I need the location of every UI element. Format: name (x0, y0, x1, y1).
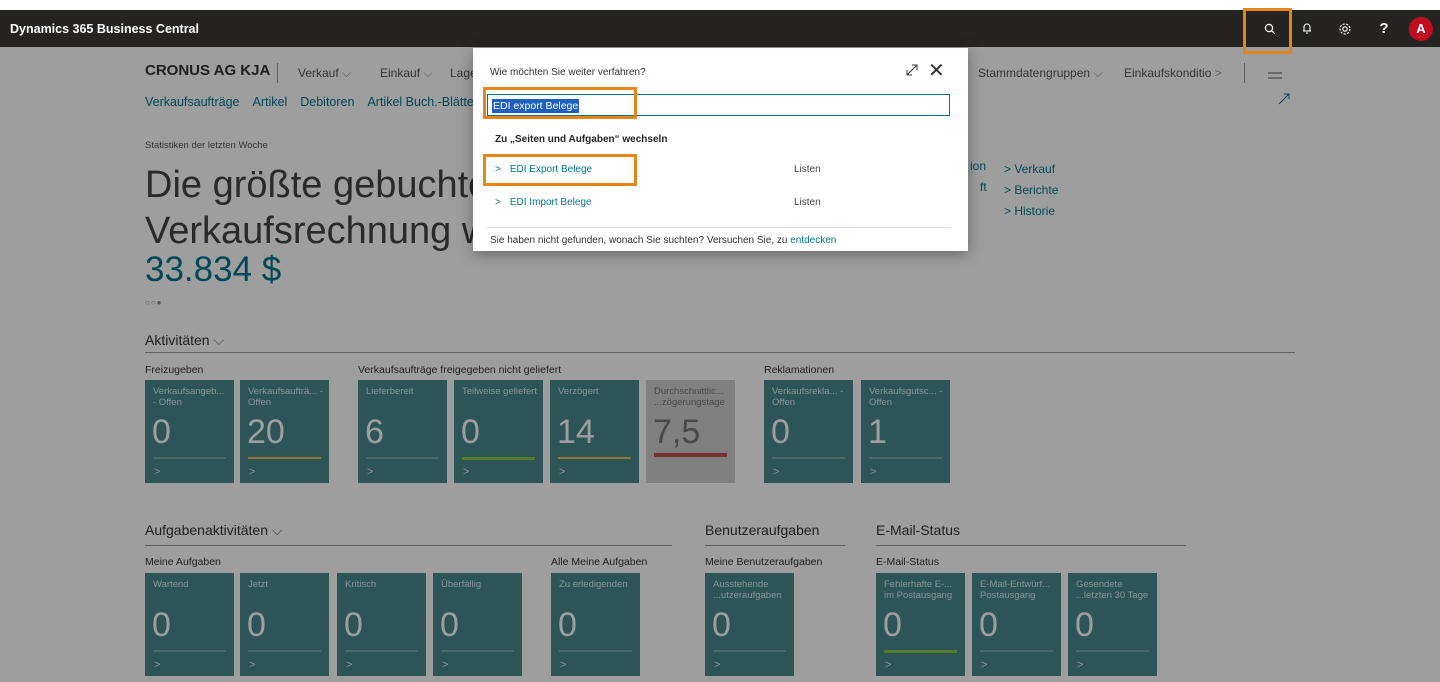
close-icon[interactable]: ✕ (928, 61, 945, 81)
user-avatar[interactable]: A (1406, 10, 1436, 47)
search-icon[interactable] (1255, 10, 1285, 47)
dialog-divider (487, 227, 950, 228)
dialog-title: Wie möchten Sie weiter verfahren? (490, 67, 646, 78)
top-bar: Dynamics 365 Business Central ? A (0, 10, 1440, 47)
result-type: Listen (794, 197, 821, 208)
expand-icon[interactable] (906, 64, 918, 79)
results-section-title: Zu „Seiten und Aufgaben“ wechseln (495, 134, 668, 145)
result-label: EDI Export Belege (509, 164, 593, 175)
search-input-selection: EDI export Belege (492, 99, 580, 113)
dialog-footer: Sie haben nicht gefunden, wonach Sie suc… (490, 235, 836, 246)
result-edi-import-belege[interactable]: > EDI Import Belege (495, 197, 592, 208)
gear-icon[interactable] (1330, 10, 1360, 47)
result-edi-export-belege[interactable]: > EDI Export Belege (495, 164, 592, 175)
bell-icon[interactable] (1292, 10, 1322, 47)
avatar-letter: A (1409, 16, 1433, 41)
chevron-right-icon: > (495, 164, 501, 175)
result-type: Listen (794, 164, 821, 175)
footer-text: Sie haben nicht gefunden, wonach Sie suc… (490, 235, 788, 246)
result-label: EDI Import Belege (509, 197, 592, 208)
help-icon[interactable]: ? (1369, 10, 1399, 47)
app-title[interactable]: Dynamics 365 Business Central (10, 22, 199, 36)
discover-link[interactable]: entdecken (790, 235, 836, 246)
chevron-right-icon: > (495, 197, 501, 208)
search-dialog: Wie möchten Sie weiter verfahren? ✕ EDI … (473, 48, 968, 251)
